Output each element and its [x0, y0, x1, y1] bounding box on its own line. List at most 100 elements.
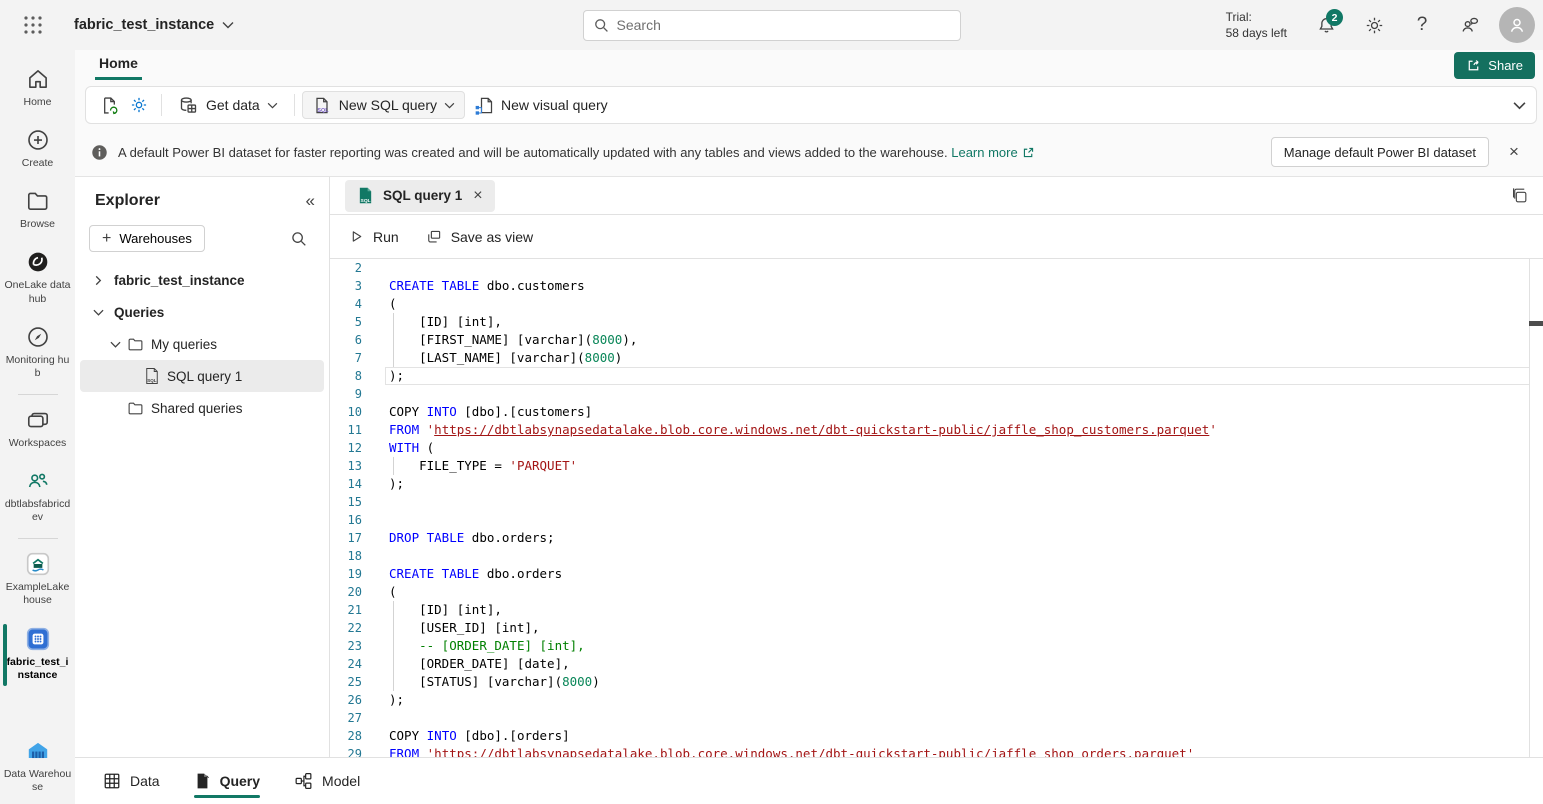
line-number: 28	[330, 727, 368, 745]
gear-icon	[129, 95, 149, 115]
line-number: 17	[330, 529, 368, 547]
rail-item-onelake-data-hub[interactable]: OneLake data hub	[0, 241, 75, 315]
code-line-7[interactable]: 7 [LAST_NAME] [varchar](8000)	[330, 349, 1543, 367]
new-visual-query-button[interactable]: New visual query	[465, 91, 617, 119]
run-button[interactable]: Run	[348, 228, 399, 245]
rail-item-data-warehouse[interactable]: Data Warehouse	[0, 730, 75, 804]
play-icon	[348, 228, 365, 245]
sql-code-editor[interactable]: 23CREATE TABLE dbo.customers4(5 [ID] [in…	[330, 259, 1543, 757]
tab-home[interactable]: Home	[95, 53, 142, 80]
learn-more-link[interactable]: Learn more	[951, 145, 1034, 160]
code-line-13[interactable]: 13 FILE_TYPE = 'PARQUET'	[330, 457, 1543, 475]
code-line-11[interactable]: 11FROM 'https://dbtlabsynapsedatalake.bl…	[330, 421, 1543, 439]
rail-item-dbtlabsfabricdev[interactable]: dbtlabsfabricdev	[0, 460, 75, 534]
code-line-19[interactable]: 19CREATE TABLE dbo.orders	[330, 565, 1543, 583]
code-line-17[interactable]: 17DROP TABLE dbo.orders;	[330, 529, 1543, 547]
code-line-26[interactable]: 26);	[330, 691, 1543, 709]
explorer-search-icon[interactable]	[291, 231, 315, 247]
tree-item-queries[interactable]: Queries	[80, 296, 324, 328]
tree-item-sql-query-1[interactable]: SQLSQL query 1	[80, 360, 324, 392]
close-tab-icon[interactable]: ×	[471, 187, 484, 205]
feedback-button[interactable]	[1451, 6, 1489, 44]
account-avatar[interactable]	[1499, 7, 1535, 43]
rail-item-examplelakehouse[interactable]: ExampleLakehouse	[0, 543, 75, 617]
sql-doc-icon: SQL	[144, 367, 160, 385]
view-tab-data[interactable]: Data	[103, 758, 160, 804]
code-line-20[interactable]: 20(	[330, 583, 1543, 601]
code-line-15[interactable]: 15	[330, 493, 1543, 511]
code-line-9[interactable]: 9	[330, 385, 1543, 403]
view-switcher-bar: Data Query Model	[75, 757, 1543, 804]
app-launcher-icon[interactable]	[16, 8, 50, 42]
close-banner-icon[interactable]: ×	[1499, 137, 1529, 167]
code-line-10[interactable]: 10COPY INTO [dbo].[customers]	[330, 403, 1543, 421]
tree-item-fabric-test-instance[interactable]: fabric_test_instance	[80, 264, 324, 296]
help-button[interactable]: ?	[1403, 6, 1441, 44]
add-warehouses-button[interactable]: + Warehouses	[89, 225, 205, 252]
settings-button[interactable]	[1355, 6, 1393, 44]
line-number: 27	[330, 709, 368, 727]
monitoring-icon	[25, 324, 51, 350]
tab-list-icon[interactable]	[1510, 186, 1529, 205]
overview-ruler	[1529, 259, 1530, 757]
code-line-29[interactable]: 29FROM 'https://dbtlabsynapsedatalake.bl…	[330, 745, 1543, 757]
refresh-dataset-button[interactable]	[94, 91, 124, 119]
get-data-button[interactable]: Get data	[169, 91, 287, 119]
code-line-24[interactable]: 24 [ORDER_DATE] [date],	[330, 655, 1543, 673]
rail-item-monitoring-hub[interactable]: Monitoring hub	[0, 316, 75, 390]
collapse-explorer-icon[interactable]: «	[306, 191, 315, 211]
manage-dataset-button[interactable]: Manage default Power BI dataset	[1271, 137, 1489, 167]
tab-sql-query-1[interactable]: SQL SQL query 1 ×	[345, 180, 495, 212]
line-number: 6	[330, 331, 368, 349]
code-line-5[interactable]: 5 [ID] [int],	[330, 313, 1543, 331]
code-line-22[interactable]: 22 [USER_ID] [int],	[330, 619, 1543, 637]
code-line-14[interactable]: 14);	[330, 475, 1543, 493]
code-line-21[interactable]: 21 [ID] [int],	[330, 601, 1543, 619]
rail-item-fabric-test-instance[interactable]: fabric_test_instance	[0, 618, 75, 692]
share-button[interactable]: Share	[1454, 52, 1535, 79]
rail-item-home[interactable]: Home	[0, 58, 75, 119]
model-icon	[294, 772, 313, 790]
code-line-16[interactable]: 16	[330, 511, 1543, 529]
code-line-23[interactable]: 23 -- [ORDER_DATE] [int],	[330, 637, 1543, 655]
rail-item-create[interactable]: Create	[0, 119, 75, 180]
create-icon	[25, 127, 51, 153]
new-sql-query-button[interactable]: SQL New SQL query	[302, 91, 465, 119]
save-as-view-button[interactable]: Save as view	[425, 228, 533, 246]
top-header: fabric_test_instance Trial: 58 days left…	[0, 0, 1543, 50]
info-icon	[91, 144, 108, 161]
notifications-button[interactable]: 2	[1307, 6, 1345, 44]
database-icon	[178, 95, 199, 116]
svg-text:SQL: SQL	[147, 378, 157, 383]
workspace-switcher[interactable]: fabric_test_instance	[74, 17, 234, 33]
code-line-28[interactable]: 28COPY INTO [dbo].[orders]	[330, 727, 1543, 745]
line-number: 19	[330, 565, 368, 583]
code-line-6[interactable]: 6 [FIRST_NAME] [varchar](8000),	[330, 331, 1543, 349]
ribbon-collapse-button[interactable]	[1513, 101, 1526, 110]
rail-item-workspaces[interactable]: Workspaces	[0, 399, 75, 460]
visual-query-icon	[474, 95, 494, 116]
divider	[161, 94, 162, 116]
settings-ribbon-button[interactable]	[124, 91, 154, 119]
code-line-27[interactable]: 27	[330, 709, 1543, 727]
line-number: 13	[330, 457, 368, 475]
rail-item-browse[interactable]: Browse	[0, 180, 75, 241]
code-line-4[interactable]: 4(	[330, 295, 1543, 313]
code-line-8[interactable]: 8);	[330, 367, 1543, 385]
view-tab-query[interactable]: Query	[194, 758, 260, 804]
tree-item-my-queries[interactable]: My queries	[80, 328, 324, 360]
code-line-2[interactable]: 2	[330, 259, 1543, 277]
code-line-12[interactable]: 12WITH (	[330, 439, 1543, 457]
code-line-25[interactable]: 25 [STATUS] [varchar](8000)	[330, 673, 1543, 691]
view-tab-model[interactable]: Model	[294, 758, 360, 804]
search-input[interactable]	[617, 17, 950, 33]
code-line-18[interactable]: 18	[330, 547, 1543, 565]
folder-icon	[127, 400, 144, 417]
code-line-3[interactable]: 3CREATE TABLE dbo.customers	[330, 277, 1543, 295]
query-tab-bar: SQL SQL query 1 ×	[330, 177, 1543, 215]
chevron-down-icon	[108, 340, 122, 349]
data-grid-icon	[103, 772, 121, 790]
tree-item-shared-queries[interactable]: Shared queries	[80, 392, 324, 424]
info-message: A default Power BI dataset for faster re…	[118, 145, 948, 160]
global-search[interactable]	[583, 10, 961, 41]
